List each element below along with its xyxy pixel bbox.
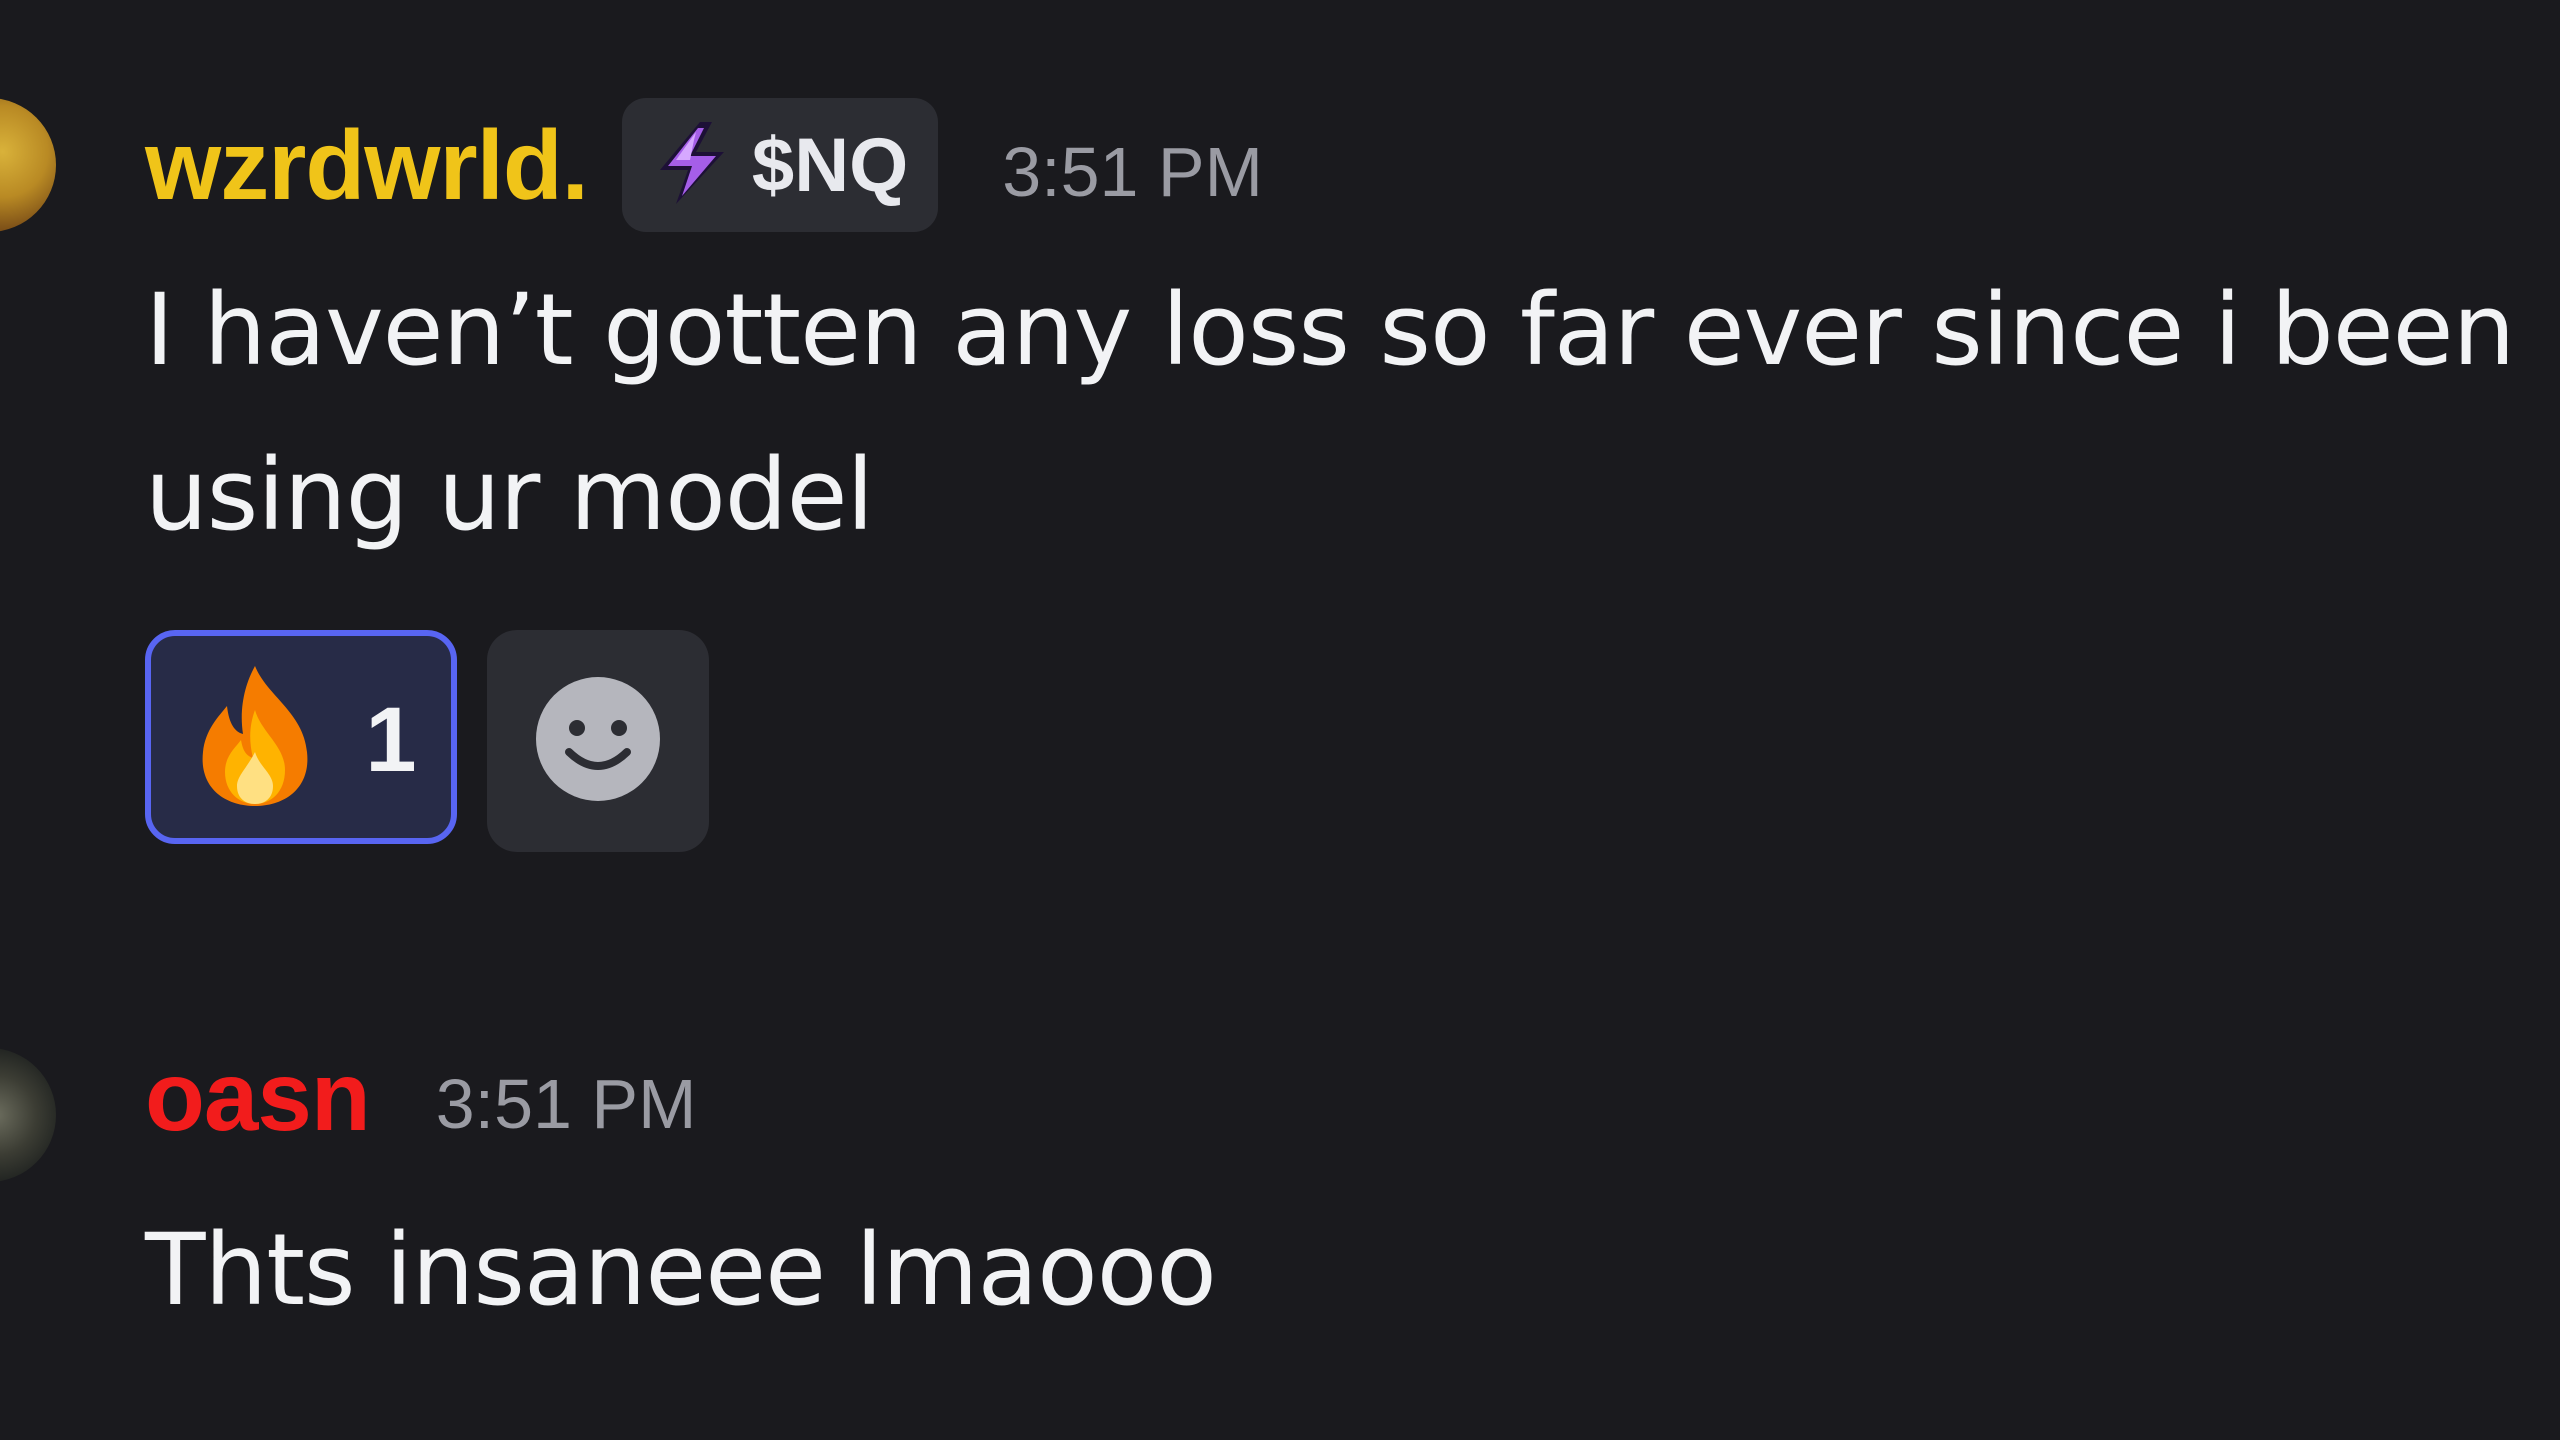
- chat-message-list: wzrdwrld. $NQ 3:51 PM I haven’t gotten a…: [0, 0, 2560, 1440]
- smiley-icon: [535, 676, 661, 806]
- timestamp[interactable]: 3:51 PM: [1002, 118, 1263, 212]
- reaction-fire[interactable]: 1: [145, 630, 457, 844]
- server-tag[interactable]: $NQ: [621, 98, 939, 232]
- reaction-count: 1: [365, 688, 417, 791]
- fire-icon: [185, 660, 325, 814]
- avatar[interactable]: [0, 1048, 56, 1182]
- username[interactable]: wzrdwrld.: [145, 109, 589, 222]
- avatar[interactable]: [0, 98, 56, 232]
- timestamp[interactable]: 3:51 PM: [436, 1050, 697, 1144]
- reactions: 1: [145, 630, 709, 852]
- add-reaction-button[interactable]: [487, 630, 709, 852]
- username[interactable]: oasn: [145, 1040, 371, 1153]
- message-content: I haven’t gotten any loss so far ever si…: [145, 248, 2515, 578]
- message-line: using ur model: [145, 438, 874, 553]
- message-line: Thts insaneee lmaooo: [145, 1213, 1217, 1328]
- lightning-bolt-icon: [646, 120, 738, 210]
- server-tag-label: $NQ: [751, 122, 909, 208]
- message-header: wzrdwrld. $NQ 3:51 PM: [145, 98, 1263, 232]
- message-line: I haven’t gotten any loss so far ever si…: [145, 273, 2515, 388]
- message-header: oasn 3:51 PM: [145, 1040, 696, 1153]
- message-content: Thts insaneee lmaooo: [145, 1188, 1217, 1353]
